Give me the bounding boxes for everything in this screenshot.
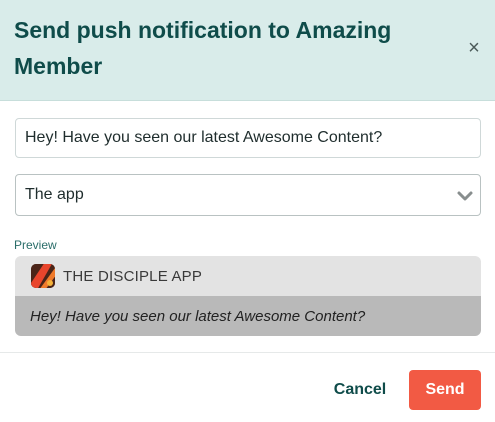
modal-header: Send push notification to Amazing Member… [0,0,495,101]
modal-title: Send push notification to Amazing Member [14,17,392,79]
push-notification-modal: Send push notification to Amazing Member… [0,0,495,422]
chevron-down-icon [457,191,473,201]
preview-body: Hey! Have you seen our latest Awesome Co… [15,296,481,336]
send-button[interactable]: Send [409,370,481,410]
preview-label: Preview [14,238,57,252]
cancel-button[interactable]: Cancel [326,370,394,410]
app-select[interactable]: The app [15,174,481,216]
notification-preview: THE DISCIPLE APP Hey! Have you seen our … [15,256,481,336]
close-icon[interactable]: × [462,36,486,60]
preview-header: THE DISCIPLE APP [15,256,481,296]
footer-divider [0,352,495,353]
preview-message: Hey! Have you seen our latest Awesome Co… [30,308,366,325]
preview-app-name: THE DISCIPLE APP [63,268,203,285]
message-input[interactable] [15,118,481,158]
app-logo-icon [31,264,55,288]
app-select-value: The app [25,186,84,203]
